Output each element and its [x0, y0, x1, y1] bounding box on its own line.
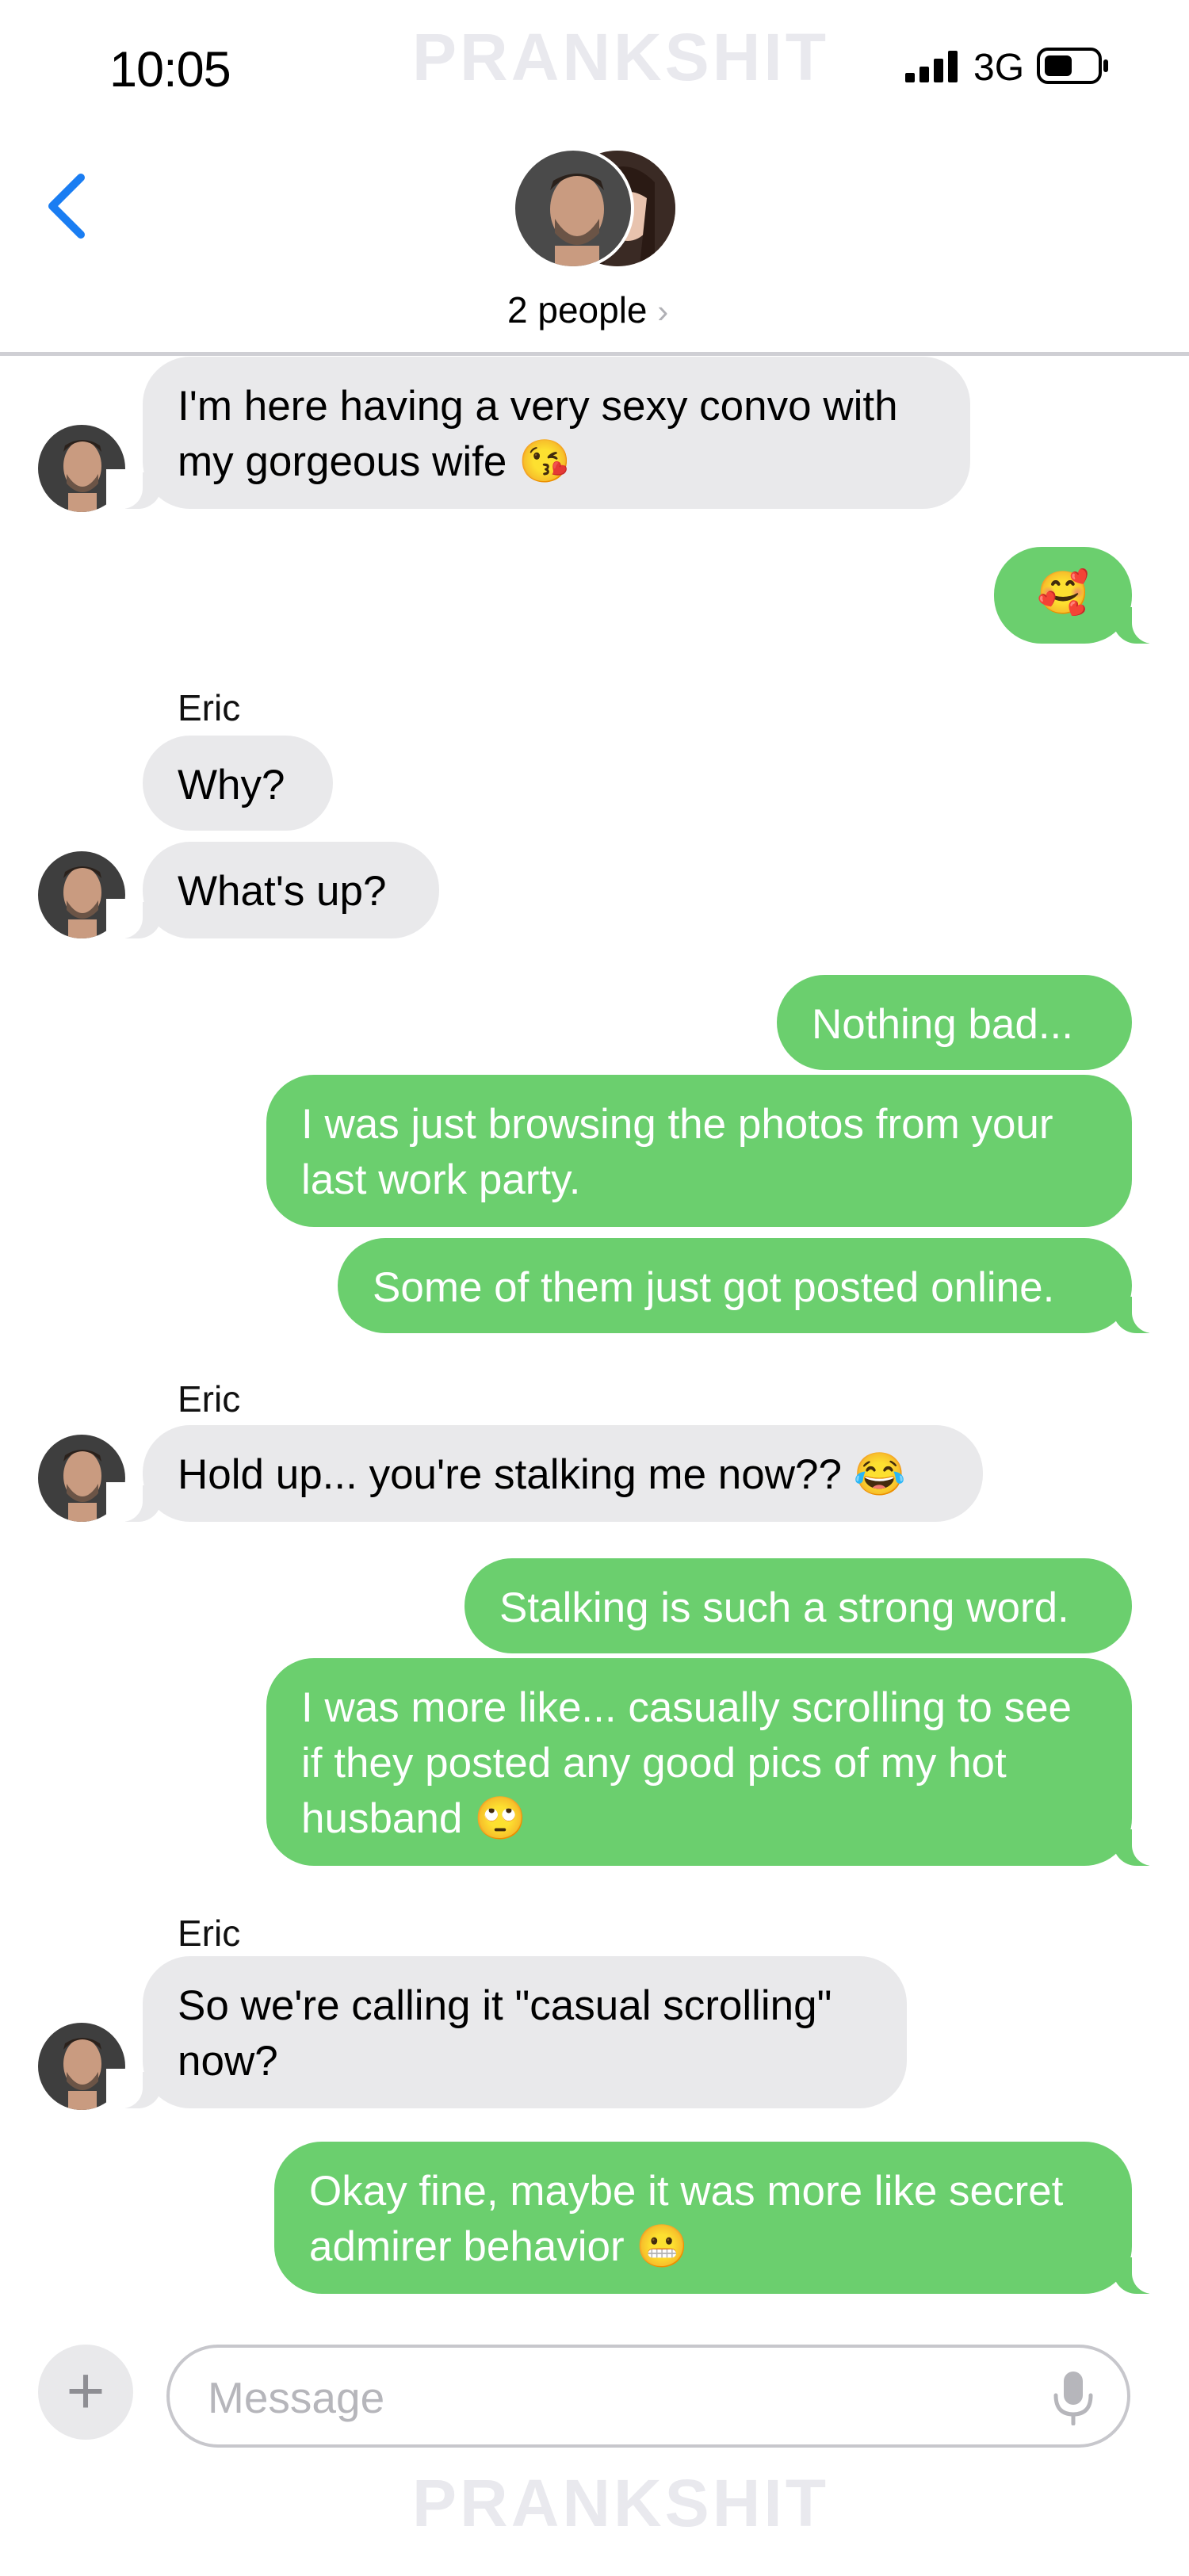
sender-name: Eric [178, 687, 241, 728]
avatar-eric [512, 147, 634, 269]
message-bubble-incoming[interactable]: So we're calling it "casual scrolling" n… [106, 1956, 907, 2108]
back-button[interactable] [41, 166, 97, 246]
watermark: PRANKSHIT [412, 2466, 830, 2540]
message-field[interactable] [166, 2345, 1130, 2448]
battery-icon [1037, 48, 1110, 88]
sender-name: Eric [178, 1913, 241, 1954]
message-bubble-outgoing[interactable]: Okay fine, maybe it was more like secret… [274, 2142, 1168, 2294]
signal-icon [905, 51, 961, 86]
add-attachment-button[interactable]: + [38, 2345, 133, 2440]
message-bubble-outgoing[interactable]: 🥰 [994, 547, 1168, 644]
message-bubble-outgoing[interactable]: Some of them just got posted online. [338, 1238, 1168, 1333]
chevron-right-icon: › [657, 292, 669, 330]
message-bubble-outgoing[interactable]: Nothing bad... [777, 975, 1132, 1070]
status-time: 10:05 [109, 42, 231, 97]
emoji: 😘 [518, 438, 572, 485]
message-bubble-outgoing[interactable]: I was just browsing the photos from your… [266, 1075, 1132, 1227]
message-bubble-incoming[interactable]: What's up? [106, 842, 439, 938]
emoji: 🥰 [1037, 570, 1089, 617]
message-bubble-incoming[interactable]: I'm here having a very sexy convo with m… [106, 357, 970, 509]
group-title[interactable]: 2 people › [507, 289, 668, 331]
header-divider [0, 352, 1189, 356]
message-bubble-incoming[interactable]: Hold up... you're stalking me now?? 😂 [106, 1425, 983, 1522]
microphone-icon[interactable] [1051, 2370, 1095, 2425]
group-avatars[interactable] [512, 147, 679, 274]
network-label: 3G [973, 47, 1025, 89]
emoji: 🙄 [474, 1795, 527, 1842]
emoji: 😬 [636, 2223, 689, 2270]
watermark: PRANKSHIT [412, 20, 830, 94]
message-input[interactable] [206, 2365, 1002, 2430]
sender-name: Eric [178, 1378, 241, 1420]
message-bubble-outgoing[interactable]: I was more like... casually scrolling to… [266, 1658, 1168, 1866]
message-bubble-outgoing[interactable]: Stalking is such a strong word. [465, 1558, 1132, 1653]
message-bubble-incoming[interactable]: Why? [143, 736, 333, 831]
emoji: 😂 [853, 1451, 906, 1498]
chevron-left-icon [48, 174, 85, 239]
